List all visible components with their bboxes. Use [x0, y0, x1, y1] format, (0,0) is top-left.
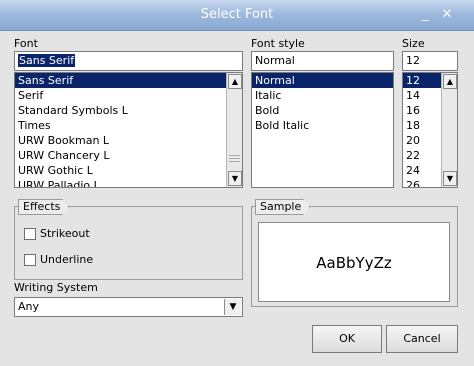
scroll-down-icon[interactable]: ▼ [228, 171, 242, 186]
sample-title: Sample [255, 199, 310, 215]
font-list-item[interactable]: URW Gothic L [15, 163, 242, 178]
close-button[interactable]: ✕ [439, 7, 455, 23]
font-style-list[interactable]: Normal Italic Bold Bold Italic [251, 72, 394, 188]
effects-group [14, 206, 243, 280]
writing-system-label: Writing System [14, 281, 98, 294]
cancel-button[interactable]: Cancel [386, 325, 458, 353]
font-style-input-value: Normal [255, 54, 295, 67]
scroll-grip-icon[interactable] [229, 153, 240, 162]
font-style-label: Font style [251, 37, 305, 50]
font-style-item[interactable]: Italic [252, 88, 393, 103]
font-input[interactable]: Sans Serif [14, 51, 243, 71]
title-bar: Select Font _ ✕ [0, 0, 474, 31]
underline-label[interactable]: Underline [40, 253, 93, 266]
scroll-up-icon[interactable]: ▲ [228, 74, 242, 89]
font-list-scrollbar[interactable]: ▲ ▼ [226, 73, 242, 187]
writing-system-value: Any [18, 300, 40, 313]
effects-title: Effects [18, 199, 69, 215]
font-style-input[interactable]: Normal [251, 51, 394, 71]
strikeout-checkbox[interactable] [24, 228, 36, 240]
font-list[interactable]: Sans Serif Serif Standard Symbols L Time… [14, 72, 243, 188]
font-list-item[interactable]: URW Palladio L [15, 178, 242, 187]
font-input-value: Sans Serif [18, 54, 76, 67]
ok-button-label: OK [339, 332, 355, 345]
font-list-item[interactable]: URW Bookman L [15, 133, 242, 148]
window-title: Select Font [200, 7, 274, 22]
size-list-scrollbar[interactable]: ▲ ▼ [441, 73, 457, 187]
select-font-dialog: Select Font _ ✕ Font Font style Size San… [0, 0, 474, 366]
cancel-button-label: Cancel [403, 332, 441, 345]
font-list-item[interactable]: Serif [15, 88, 242, 103]
sample-preview: AaBbYyZz [258, 222, 450, 302]
size-input-value: 12 [406, 54, 420, 67]
font-list-item[interactable]: Standard Symbols L [15, 103, 242, 118]
scroll-up-icon[interactable]: ▲ [443, 74, 457, 89]
writing-system-select[interactable]: Any ▼ [14, 297, 243, 317]
minimize-button[interactable]: _ [417, 7, 433, 23]
chevron-down-icon[interactable]: ▼ [224, 299, 241, 315]
font-list-item[interactable]: Times [15, 118, 242, 133]
size-input[interactable]: 12 [402, 51, 458, 71]
size-label: Size [402, 37, 425, 50]
scroll-down-icon[interactable]: ▼ [443, 171, 457, 186]
font-label: Font [14, 37, 38, 50]
underline-checkbox[interactable] [24, 254, 36, 266]
size-list[interactable]: 12 14 16 18 20 22 24 26 ▲ ▼ [402, 72, 458, 188]
font-style-item[interactable]: Bold Italic [252, 118, 393, 133]
ok-button[interactable]: OK [312, 325, 382, 353]
font-list-item[interactable]: URW Chancery L [15, 148, 242, 163]
font-style-item[interactable]: Normal [252, 73, 393, 88]
font-list-item[interactable]: Sans Serif [15, 73, 242, 88]
strikeout-label[interactable]: Strikeout [40, 227, 90, 240]
font-style-item[interactable]: Bold [252, 103, 393, 118]
